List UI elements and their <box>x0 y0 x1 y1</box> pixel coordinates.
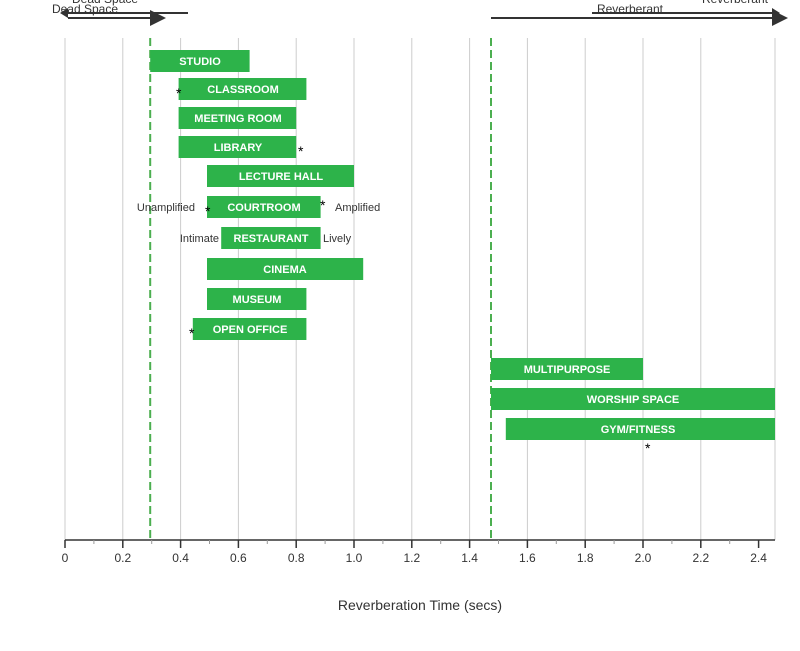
asterisk-library: * <box>298 143 304 159</box>
chart-svg: 0 0.2 0.4 0.6 0.8 1.0 1.2 1.4 1.6 1.8 2.… <box>0 0 800 651</box>
bar-label-museum: MUSEUM <box>233 294 282 306</box>
svg-text:2.0: 2.0 <box>635 551 652 565</box>
asterisk-gymfitness: * <box>645 440 651 456</box>
bar-label-library: LIBRARY <box>214 142 263 154</box>
svg-text:2.4: 2.4 <box>750 551 767 565</box>
bar-label-multipurpose: MULTIPURPOSE <box>524 364 611 376</box>
asterisk-courtroom-end: * <box>320 197 326 213</box>
label-amplified: Amplified <box>335 202 380 214</box>
label-lively: Lively <box>323 233 352 245</box>
reverberant-label-svg: Reverberant <box>597 2 664 16</box>
bar-label-openoffice: OPEN OFFICE <box>213 324 288 336</box>
asterisk-openoffice: * <box>189 325 195 341</box>
asterisk-courtroom-start: * <box>205 203 211 219</box>
svg-text:1.8: 1.8 <box>577 551 594 565</box>
svg-text:2.2: 2.2 <box>692 551 709 565</box>
bar-label-classroom: CLASSROOM <box>207 84 279 96</box>
svg-text:1.0: 1.0 <box>346 551 363 565</box>
bar-label-restaurant: RESTAURANT <box>234 233 309 245</box>
svg-text:0.4: 0.4 <box>172 551 189 565</box>
dead-space-label-svg: Dead Space <box>52 2 118 16</box>
label-unamplified: Unamplified <box>137 202 195 214</box>
svg-text:0.8: 0.8 <box>288 551 305 565</box>
chart-container: Dead Space Reverberant <box>0 0 800 651</box>
svg-text:1.4: 1.4 <box>461 551 478 565</box>
svg-text:0.6: 0.6 <box>230 551 247 565</box>
svg-text:Reverberation Time (secs): Reverberation Time (secs) <box>338 597 502 613</box>
svg-text:1.6: 1.6 <box>519 551 536 565</box>
bar-label-gymfitness: GYM/FITNESS <box>601 424 676 436</box>
bar-label-lecturehall: LECTURE HALL <box>239 171 324 183</box>
svg-text:1.2: 1.2 <box>403 551 420 565</box>
asterisk-classroom: * <box>176 85 182 101</box>
bar-label-studio: STUDIO <box>179 56 221 68</box>
svg-text:0: 0 <box>62 551 69 565</box>
svg-text:0.2: 0.2 <box>114 551 131 565</box>
label-intimate: Intimate <box>180 233 219 245</box>
bar-label-courtroom: COURTROOM <box>227 202 300 214</box>
bar-label-meetingroom: MEETING ROOM <box>194 113 281 125</box>
bar-label-worshipspace: WORSHIP SPACE <box>587 394 680 406</box>
bar-label-cinema: CINEMA <box>263 264 306 276</box>
